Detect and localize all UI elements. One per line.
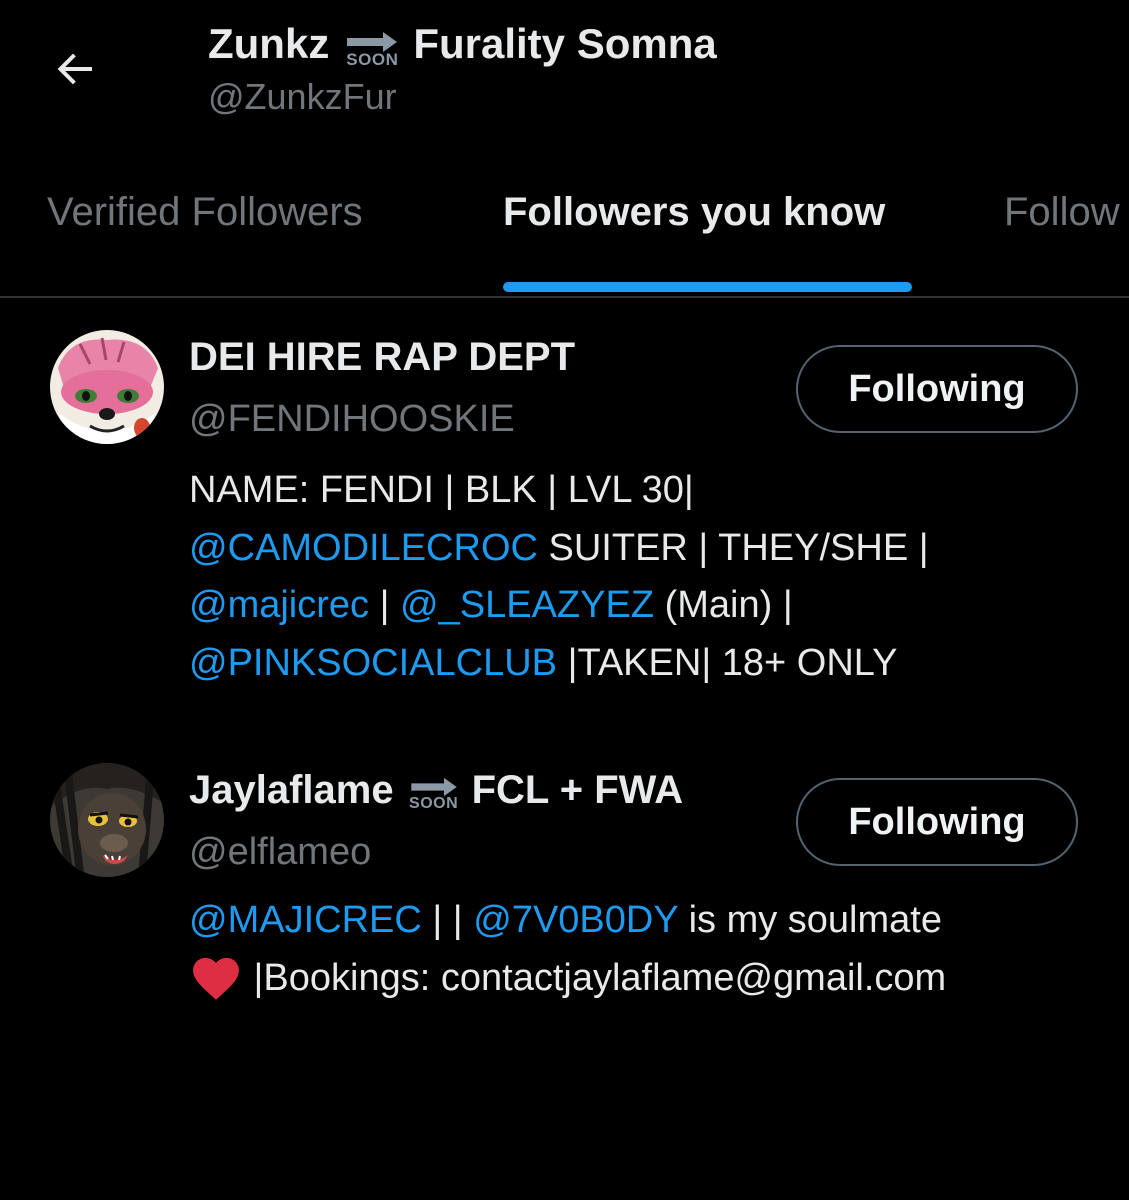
profile-handle: @ZunkzFur <box>208 76 397 117</box>
avatar[interactable] <box>50 763 164 877</box>
user-handle[interactable]: @FENDIHOOSKIE <box>189 398 515 441</box>
bio-text: | | <box>421 899 474 941</box>
bio-line: NAME: FENDI | BLK | LVL 30| <box>189 462 1089 520</box>
bio-text: is my soulmate <box>678 899 942 941</box>
mention-link[interactable]: @majicrec <box>189 584 369 626</box>
bio-line: @majicrec | @_SLEAZYEZ (Main) | <box>189 577 1089 635</box>
arrow-left-icon <box>57 53 92 85</box>
profile-name-part2: Furality Somna <box>413 20 717 67</box>
bio-text: NAME: FENDI | BLK | LVL 30| <box>189 469 694 511</box>
avatar-image <box>50 763 164 877</box>
mention-link[interactable]: @MAJICREC <box>189 899 422 941</box>
tab-following[interactable]: Follow <box>1004 190 1120 235</box>
soon-arrow-emoji: SOON <box>345 31 399 69</box>
bio-line: @MAJICREC | | @7V0B0DY is my soulmate <box>189 892 1089 950</box>
tab-followers-you-know[interactable]: Followers you know <box>503 190 885 235</box>
avatar-image <box>50 330 164 444</box>
mention-link[interactable]: @PINKSOCIALCLUB <box>189 642 557 684</box>
bio-line: |Bookings: contactjaylaflame@gmail.com <box>189 950 1089 1008</box>
profile-display-name: Zunkz SOON Furality Somna <box>208 14 717 74</box>
bio-text: |Bookings: contactjaylaflame@gmail.com <box>243 956 947 999</box>
user-display-name[interactable]: DEI HIRE RAP DEPT <box>189 335 575 380</box>
user-name-part1: Jaylaflame <box>189 768 394 812</box>
right-arrow-icon <box>410 777 457 796</box>
following-button[interactable]: Following <box>796 345 1078 433</box>
mention-link[interactable]: @_SLEAZYEZ <box>400 584 654 626</box>
bio-text: |TAKEN| 18+ ONLY <box>557 641 898 684</box>
avatar[interactable] <box>50 330 164 444</box>
bio-text: (Main) | <box>654 584 793 626</box>
bio-line: @PINKSOCIALCLUB |TAKEN| 18+ ONLY <box>189 635 1089 693</box>
followers-tabs: Verified Followers Followers you know Fo… <box>0 150 1129 298</box>
mention-link[interactable]: @CAMODILECROC <box>189 527 538 569</box>
user-name-part2: FCL + FWA <box>471 768 684 812</box>
mention-link[interactable]: @7V0B0DY <box>473 899 678 941</box>
back-button[interactable] <box>48 40 104 96</box>
bio-text: | <box>369 584 401 626</box>
user-handle[interactable]: @elflameo <box>189 831 371 874</box>
soon-label: SOON <box>346 50 399 69</box>
bio-line: @CAMODILECROC SUITER | THEY/SHE | <box>189 520 1089 578</box>
soon-arrow-emoji: SOON <box>408 777 460 813</box>
following-button[interactable]: Following <box>796 778 1078 866</box>
active-tab-indicator <box>503 282 912 292</box>
red-heart-icon <box>193 958 239 1001</box>
user-display-name[interactable]: Jaylaflame SOON FCL + FWA <box>189 768 683 813</box>
bio-text: SUITER | THEY/SHE | <box>537 526 929 569</box>
user-bio: NAME: FENDI | BLK | LVL 30| @CAMODILECRO… <box>189 462 1089 692</box>
user-bio: @MAJICREC | | @7V0B0DY is my soulmate |B… <box>189 892 1089 1007</box>
tab-verified-followers[interactable]: Verified Followers <box>47 190 363 235</box>
soon-label: SOON <box>409 794 459 812</box>
profile-name-part1: Zunkz <box>208 20 330 67</box>
profile-header: Zunkz SOON Furality Somna @ZunkzFur <box>0 0 1129 150</box>
